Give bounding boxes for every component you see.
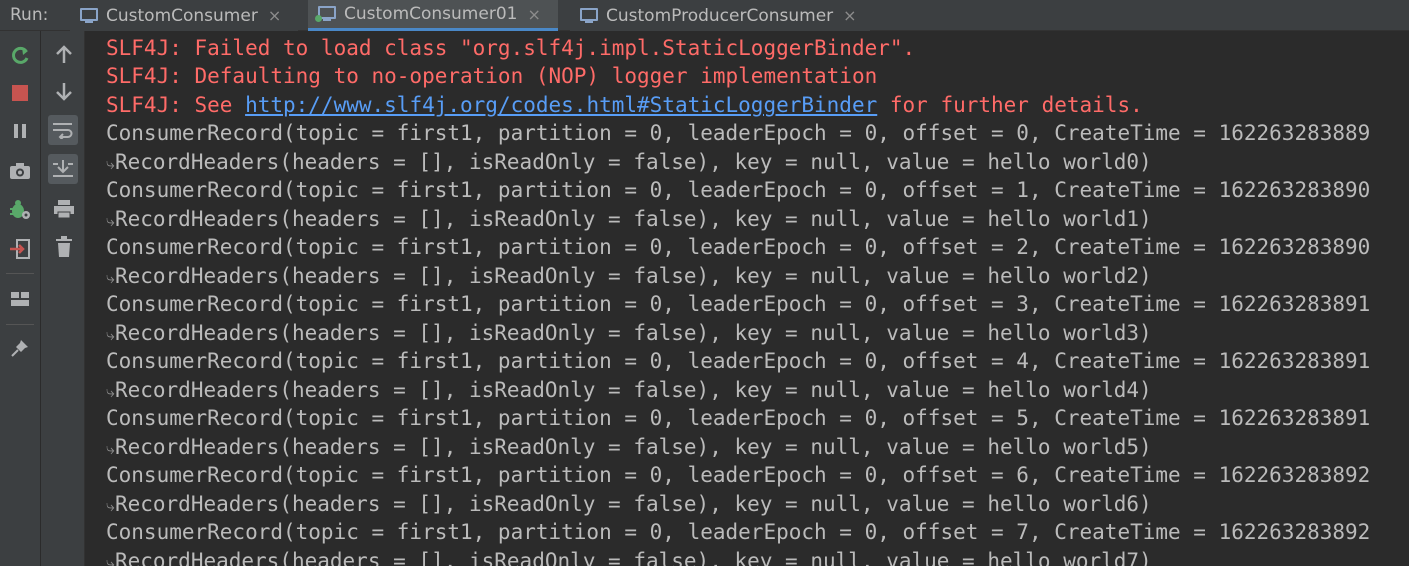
record-headers-line: ⤷RecordHeaders(headers = [], isReadOnly … (106, 492, 1152, 516)
tab-custom-consumer01[interactable]: CustomConsumer01 × (308, 0, 558, 31)
soft-wrap-icon: ⤷ (106, 325, 115, 344)
stop-icon[interactable] (5, 78, 35, 108)
soft-wrap-icon[interactable] (48, 115, 78, 145)
close-icon[interactable]: × (268, 6, 281, 25)
error-suffix: for further details. (877, 93, 1143, 117)
consumer-record-line: ConsumerRecord(topic = first1, partition… (106, 520, 1371, 544)
print-icon[interactable] (49, 194, 79, 224)
pause-icon[interactable] (5, 116, 35, 146)
record-headers-line: ⤷RecordHeaders(headers = [], isReadOnly … (106, 321, 1152, 345)
record-headers-line: ⤷RecordHeaders(headers = [], isReadOnly … (106, 207, 1152, 231)
console-icon (580, 7, 598, 24)
consumer-record-line: ConsumerRecord(topic = first1, partition… (106, 178, 1371, 202)
toolbar-separator (6, 273, 34, 274)
tab-custom-producer-consumer[interactable]: CustomProducerConsumer × (570, 0, 870, 31)
close-icon[interactable]: × (843, 6, 856, 25)
rerun-icon[interactable] (5, 41, 35, 71)
run-toolbar-left (0, 31, 40, 566)
console-icon (80, 7, 98, 24)
scroll-to-end-icon[interactable] (48, 154, 78, 184)
record-headers-line: ⤷RecordHeaders(headers = [], isReadOnly … (106, 435, 1152, 459)
consumer-record-line: ConsumerRecord(topic = first1, partition… (106, 349, 1371, 373)
soft-wrap-icon: ⤷ (106, 496, 115, 515)
tab-label: CustomConsumer (106, 5, 258, 26)
console-error-line: SLF4J: See http://www.slf4j.org/codes.ht… (106, 91, 1143, 119)
pin-icon[interactable] (5, 333, 35, 363)
tab-label: CustomConsumer01 (344, 4, 518, 24)
console-error-line: SLF4J: Defaulting to no-operation (NOP) … (106, 64, 878, 88)
layout-icon[interactable] (5, 284, 35, 314)
consumer-record-line: ConsumerRecord(topic = first1, partition… (106, 235, 1371, 259)
consumer-record-line: ConsumerRecord(topic = first1, partition… (106, 406, 1371, 430)
consumer-record-line: ConsumerRecord(topic = first1, partition… (106, 121, 1371, 145)
consumer-record-line: ConsumerRecord(topic = first1, partition… (106, 463, 1371, 487)
camera-icon[interactable] (5, 156, 35, 186)
exit-icon[interactable] (5, 234, 35, 264)
soft-wrap-icon: ⤷ (106, 154, 115, 173)
soft-wrap-icon: ⤷ (106, 382, 115, 401)
console-error-line: SLF4J: Failed to load class "org.slf4j.i… (106, 36, 916, 60)
run-label: Run: (10, 5, 49, 25)
soft-wrap-icon: ⤷ (106, 439, 115, 458)
error-prefix: SLF4J: See (106, 93, 246, 117)
consumer-record-line: ConsumerRecord(topic = first1, partition… (106, 292, 1371, 316)
run-toolbar-right (41, 31, 85, 566)
tab-label: CustomProducerConsumer (606, 5, 834, 26)
toolbar-separator (6, 324, 34, 325)
console-running-icon (315, 6, 336, 22)
slf4j-help-link[interactable]: http://www.slf4j.org/codes.html#StaticLo… (245, 93, 877, 117)
record-headers-line: ⤷RecordHeaders(headers = [], isReadOnly … (106, 150, 1152, 174)
soft-wrap-icon: ⤷ (106, 211, 115, 230)
up-arrow-icon[interactable] (49, 39, 79, 69)
tab-custom-consumer[interactable]: CustomConsumer × (70, 0, 298, 31)
soft-wrap-icon: ⤷ (106, 268, 115, 287)
trash-icon[interactable] (49, 232, 79, 262)
record-headers-line: ⤷RecordHeaders(headers = [], isReadOnly … (106, 547, 1152, 566)
close-icon[interactable]: × (527, 5, 540, 24)
down-arrow-icon[interactable] (49, 77, 79, 107)
debug-settings-icon[interactable] (5, 195, 35, 225)
soft-wrap-icon: ⤷ (106, 553, 115, 566)
console-output[interactable]: SLF4J: Failed to load class "org.slf4j.i… (86, 31, 1409, 566)
run-tab-bar: Run: CustomConsumer × CustomConsumer01 ×… (0, 0, 1409, 31)
record-headers-line: ⤷RecordHeaders(headers = [], isReadOnly … (106, 264, 1152, 288)
record-headers-line: ⤷RecordHeaders(headers = [], isReadOnly … (106, 378, 1152, 402)
